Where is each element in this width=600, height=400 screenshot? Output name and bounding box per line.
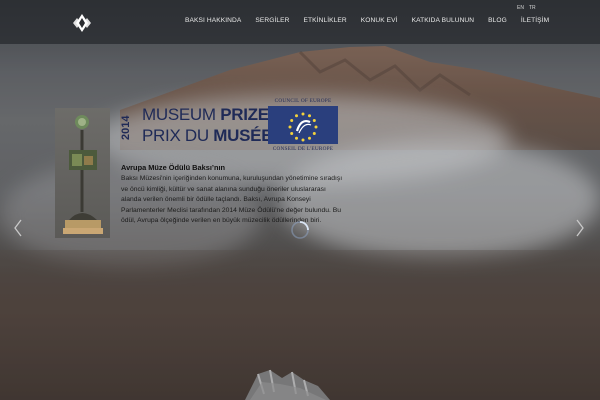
nav-item-events[interactable]: ETKİNLİKLER xyxy=(304,17,347,24)
language-switcher: EN TR xyxy=(517,5,536,11)
site-header: BAKSI HAKKINDA SERGİLER ETKİNLİKLER KONU… xyxy=(0,0,600,44)
coe-label-en: COUNCIL OF EUROPE xyxy=(274,98,332,104)
prize-title-en: MUSEUM PRIZE xyxy=(142,105,269,124)
prize-year: 2014 xyxy=(120,115,132,141)
nav-item-contribute[interactable]: KATKIDA BULUNUN xyxy=(412,17,475,24)
lang-en[interactable]: EN xyxy=(517,5,524,11)
nav-item-guesthouse[interactable]: KONUK EVİ xyxy=(361,17,398,24)
lang-tr[interactable]: TR xyxy=(529,5,536,11)
nav-item-contact[interactable]: İLETİŞİM xyxy=(521,17,549,24)
trophy-illustration xyxy=(63,115,103,234)
main-nav: BAKSI HAKKINDA SERGİLER ETKİNLİKLER KONU… xyxy=(185,17,563,24)
prize-title-fr: PRIX DU MUSÉE xyxy=(142,126,273,145)
nav-item-blog[interactable]: BLOG xyxy=(488,17,507,24)
coe-label-fr: CONSEIL DE L'EUROPE xyxy=(272,146,334,152)
award-description: Baksı Müzesi'nin içeriğinden konumuna, k… xyxy=(121,175,343,225)
next-slide-arrow-icon[interactable] xyxy=(574,218,586,238)
loading-spinner-icon xyxy=(291,221,309,239)
council-of-europe-logo: COUNCIL OF EUROPE CONSEIL DE L'EUROPE xyxy=(267,98,339,152)
baksi-logo[interactable] xyxy=(62,3,102,43)
prev-slide-arrow-icon[interactable] xyxy=(12,218,24,238)
trophy-image xyxy=(55,108,110,238)
nav-item-about[interactable]: BAKSI HAKKINDA xyxy=(185,17,241,24)
nav-item-exhibitions[interactable]: SERGİLER xyxy=(255,17,289,24)
award-title: Avrupa Müze Ödülü Baksı’nın xyxy=(121,163,226,172)
eu-flag-icon xyxy=(268,106,338,144)
